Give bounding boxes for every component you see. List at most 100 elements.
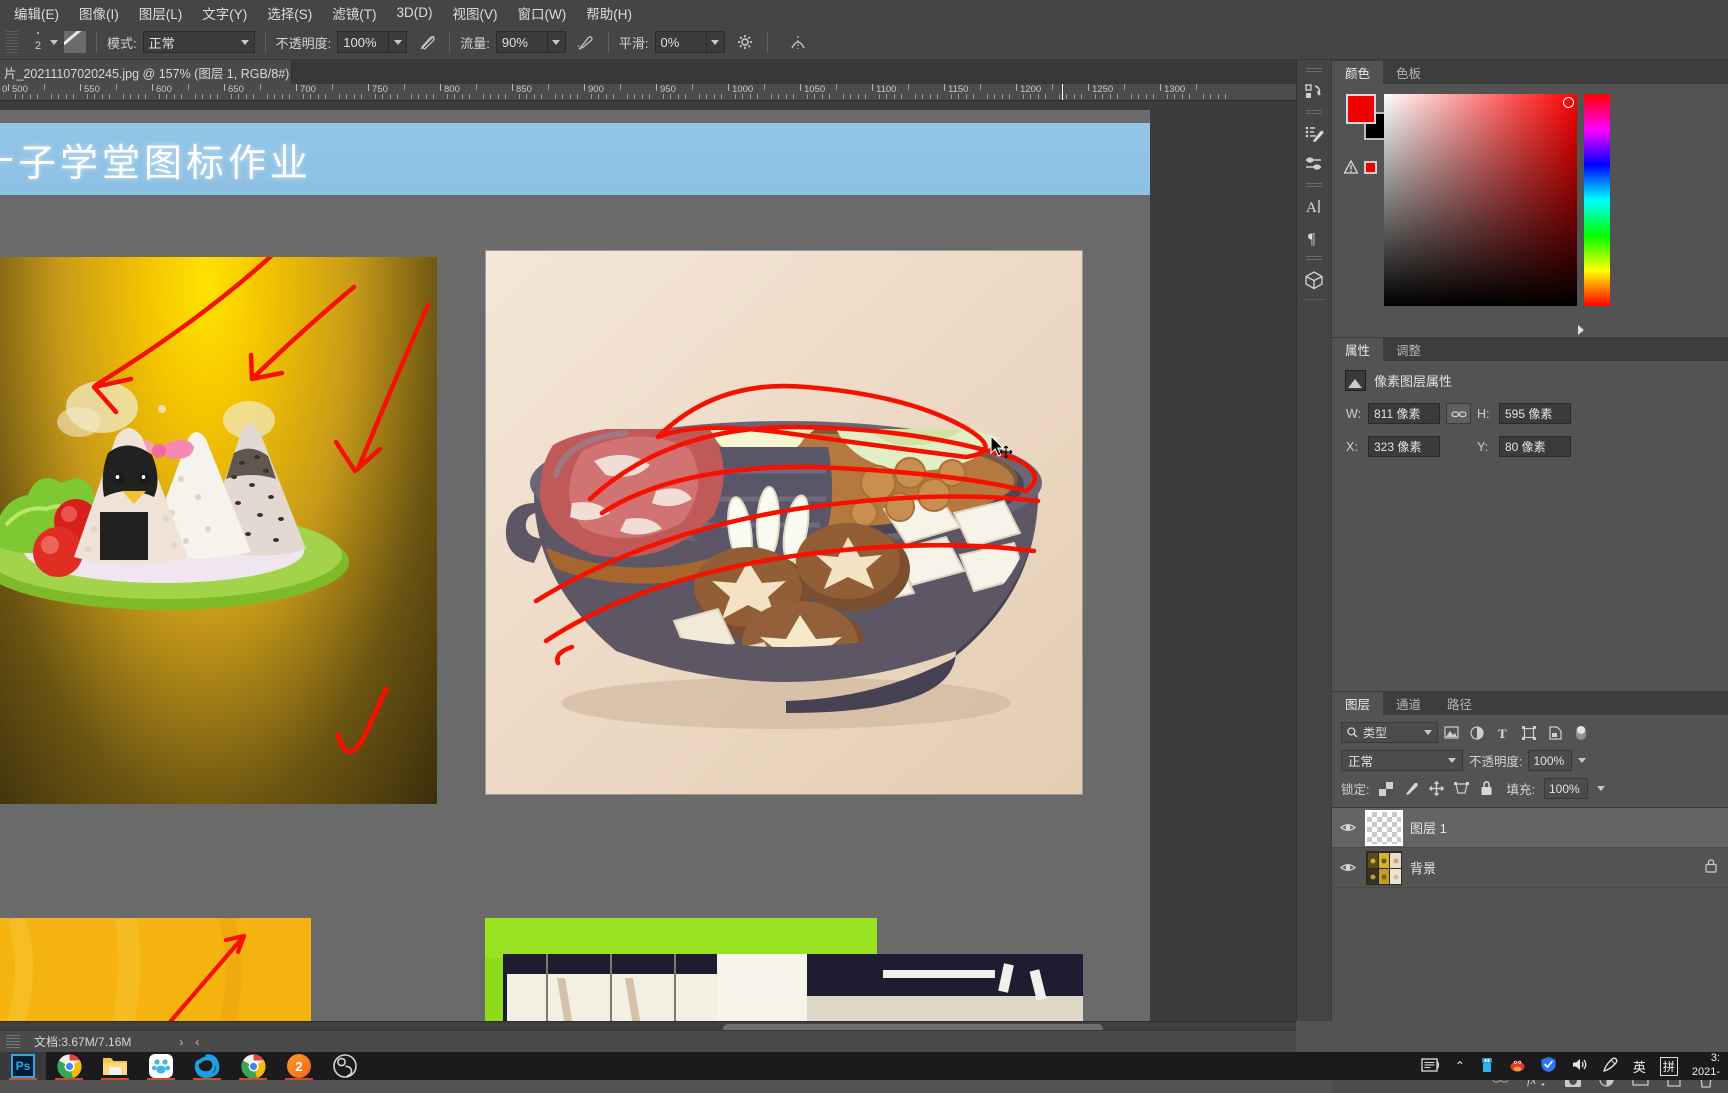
tab-layers[interactable]: 图层 bbox=[1332, 692, 1384, 715]
tab-swatches[interactable]: 色板 bbox=[1383, 61, 1434, 84]
menu-item-help[interactable]: 帮助(H) bbox=[576, 0, 642, 26]
chevron-down-icon[interactable] bbox=[1578, 758, 1587, 763]
type-filter-icon[interactable]: T bbox=[1490, 722, 1516, 743]
opacity-input[interactable]: 100% bbox=[337, 31, 390, 53]
menu-item-image[interactable]: 图像(I) bbox=[69, 0, 129, 26]
pressure-opacity-icon[interactable] bbox=[415, 30, 439, 54]
qq-icon[interactable] bbox=[1509, 1056, 1526, 1076]
smoothing-dropdown[interactable] bbox=[706, 31, 725, 53]
layer-row-1[interactable]: 图层 1 bbox=[1332, 808, 1728, 848]
lock-image-icon[interactable] bbox=[1403, 781, 1419, 797]
volume-icon[interactable] bbox=[1571, 1057, 1588, 1075]
ime-mode-indicator[interactable]: 拼 bbox=[1659, 1056, 1678, 1076]
taskbar-app-file-explorer[interactable] bbox=[92, 1052, 138, 1080]
height-input[interactable]: 595 像素 bbox=[1499, 403, 1571, 424]
layer-filter-type-select[interactable]: 类型 bbox=[1341, 722, 1438, 743]
taskbar-app-obs-studio[interactable] bbox=[322, 1052, 368, 1080]
lock-transparency-icon[interactable] bbox=[1378, 781, 1394, 797]
rail-grip[interactable] bbox=[1306, 68, 1322, 74]
pixel-filter-icon[interactable] bbox=[1438, 722, 1464, 743]
document-tab[interactable]: 片_20211107020245.jpg @ 157% (图层 1, RGB/8… bbox=[0, 60, 292, 84]
gamut-replacement-swatch[interactable] bbox=[1364, 160, 1377, 174]
usb-icon[interactable] bbox=[1479, 1057, 1495, 1076]
taskbar-app-baidu-netdisk[interactable] bbox=[138, 1052, 184, 1080]
menu-item-edit[interactable]: 编辑(E) bbox=[4, 0, 69, 26]
shape-filter-icon[interactable] bbox=[1516, 722, 1542, 743]
layer-opacity-input[interactable]: 100% bbox=[1528, 750, 1573, 771]
brush-settings-icon[interactable] bbox=[1299, 118, 1329, 149]
tab-adjustments[interactable]: 调整 bbox=[1383, 338, 1434, 361]
chevron-down-icon[interactable] bbox=[1596, 786, 1605, 791]
menu-item-select[interactable]: 选择(S) bbox=[257, 0, 322, 26]
menu-item-type[interactable]: 文字(Y) bbox=[192, 0, 257, 26]
layer-visibility-toggle[interactable] bbox=[1338, 862, 1358, 873]
brush-presets-icon[interactable] bbox=[1299, 149, 1329, 180]
history-icon[interactable] bbox=[1299, 76, 1329, 107]
rail-grip[interactable] bbox=[1306, 183, 1322, 189]
layer-blend-mode-select[interactable]: 正常 bbox=[1341, 750, 1463, 771]
menu-item-3d[interactable]: 3D(D) bbox=[387, 2, 443, 23]
brush-stroke-thumbnail[interactable] bbox=[64, 31, 86, 53]
smart-object-filter-icon[interactable] bbox=[1542, 722, 1568, 743]
layer-name[interactable]: 图层 1 bbox=[1410, 818, 1728, 837]
layer-name[interactable]: 背景 bbox=[1410, 858, 1697, 877]
rail-grip[interactable] bbox=[1306, 110, 1322, 116]
layer-thumbnail[interactable] bbox=[1366, 850, 1402, 885]
tab-channels[interactable]: 通道 bbox=[1383, 692, 1434, 715]
news-weather-icon[interactable] bbox=[1421, 1057, 1441, 1076]
tab-properties[interactable]: 属性 bbox=[1332, 338, 1384, 361]
taskbar-clock[interactable]: 3: 2021- bbox=[1692, 1052, 1720, 1080]
foreground-color-swatch[interactable] bbox=[1346, 94, 1376, 124]
menu-item-layer[interactable]: 图层(L) bbox=[129, 0, 193, 26]
ime-language-indicator[interactable]: 英 bbox=[1633, 1057, 1646, 1076]
3d-panel-icon[interactable] bbox=[1299, 264, 1329, 295]
layer-visibility-toggle[interactable] bbox=[1338, 822, 1358, 833]
status-collapse-arrow[interactable]: ‹ bbox=[195, 1035, 199, 1049]
brush-preset-picker[interactable]: 2 bbox=[28, 27, 58, 57]
status-expand-arrow[interactable]: › bbox=[179, 1035, 183, 1049]
security-shield-icon[interactable] bbox=[1540, 1056, 1557, 1076]
tab-color[interactable]: 颜色 bbox=[1332, 61, 1384, 84]
character-panel-icon[interactable]: A bbox=[1299, 191, 1329, 222]
rail-grip[interactable] bbox=[1306, 256, 1322, 262]
lock-position-icon[interactable] bbox=[1428, 781, 1444, 797]
menu-item-filter[interactable]: 滤镜(T) bbox=[322, 0, 386, 26]
paragraph-panel-icon[interactable]: ¶ bbox=[1299, 222, 1329, 253]
layer-fill-input[interactable]: 100% bbox=[1543, 778, 1588, 799]
taskbar-app-chrome[interactable] bbox=[46, 1052, 92, 1080]
hue-slider[interactable] bbox=[1584, 94, 1610, 306]
canvas-viewport[interactable]: 十子学堂图标作业 bbox=[0, 101, 1296, 1021]
tab-paths[interactable]: 路径 bbox=[1434, 692, 1485, 715]
flow-input[interactable]: 90% bbox=[495, 31, 548, 53]
taskbar-app-chrome-2[interactable] bbox=[230, 1052, 276, 1080]
lock-all-icon[interactable] bbox=[1478, 781, 1494, 797]
blend-mode-select[interactable]: 正常 bbox=[142, 31, 255, 53]
flow-dropdown[interactable] bbox=[547, 31, 566, 53]
options-bar-grip[interactable] bbox=[6, 31, 18, 53]
layer-row-2[interactable]: 背景 bbox=[1332, 848, 1728, 888]
taskbar-app-2345-browser[interactable]: 2 bbox=[276, 1052, 322, 1080]
link-aspect-ratio-icon[interactable] bbox=[1446, 403, 1471, 424]
opacity-dropdown[interactable] bbox=[389, 31, 408, 53]
airbrush-icon[interactable] bbox=[574, 30, 598, 54]
symmetry-icon[interactable] bbox=[786, 30, 810, 54]
toggle-filter-icon[interactable] bbox=[1568, 722, 1594, 743]
taskbar-app-photoshop[interactable]: Ps bbox=[0, 1052, 46, 1080]
adjustment-filter-icon[interactable] bbox=[1464, 722, 1490, 743]
taskbar-app-internet-explorer[interactable] bbox=[184, 1052, 230, 1080]
menu-item-view[interactable]: 视图(V) bbox=[443, 0, 508, 26]
color-field-picker[interactable] bbox=[1384, 94, 1577, 306]
pen-icon[interactable] bbox=[1602, 1056, 1619, 1076]
layer-thumbnail[interactable] bbox=[1365, 809, 1403, 846]
horizontal-ruler[interactable]: 0 500 550 600 650 700 750 800 850 900 950 1000 1050 1… bbox=[0, 84, 1296, 101]
lock-artboard-icon[interactable] bbox=[1453, 781, 1469, 797]
menu-item-window[interactable]: 窗口(W) bbox=[508, 0, 577, 26]
width-input[interactable]: 811 像素 bbox=[1368, 403, 1440, 424]
out-of-gamut-warning[interactable] bbox=[1344, 160, 1377, 174]
smoothing-input[interactable]: 0% bbox=[654, 31, 707, 53]
chevron-down-icon[interactable] bbox=[50, 39, 58, 45]
tray-chevron-icon[interactable]: ⌃ bbox=[1455, 1059, 1465, 1073]
gear-icon[interactable] bbox=[733, 30, 757, 54]
y-input[interactable]: 80 像素 bbox=[1499, 436, 1571, 457]
x-input[interactable]: 323 像素 bbox=[1368, 436, 1440, 457]
